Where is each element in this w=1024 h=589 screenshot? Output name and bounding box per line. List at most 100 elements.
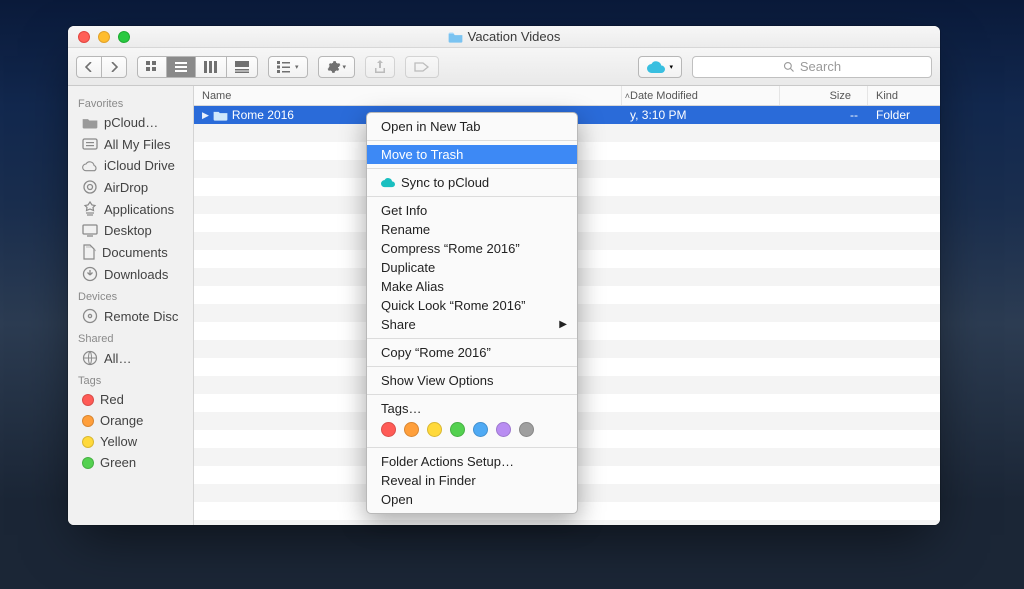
all-my-files-icon (82, 136, 98, 152)
search-placeholder: Search (800, 59, 841, 74)
sidebar-item-all-my-files[interactable]: All My Files (68, 133, 193, 155)
sidebar-item-shared-all[interactable]: All… (68, 347, 193, 369)
menu-tags[interactable]: Tags… (367, 399, 577, 418)
menu-copy[interactable]: Copy “Rome 2016” (367, 343, 577, 362)
window-title-text: Vacation Videos (468, 29, 561, 44)
traffic-lights (78, 31, 130, 43)
arrange-group: ▾ (268, 56, 308, 78)
column-header-row: Name ˄ Date Modified Size Kind (194, 86, 940, 106)
menu-folder-actions[interactable]: Folder Actions Setup… (367, 452, 577, 471)
tags-toolbar-button[interactable] (405, 56, 439, 78)
sidebar-item-pcloud[interactable]: pCloud… (68, 112, 193, 133)
context-menu: Open in New Tab Move to Trash Sync to pC… (366, 112, 578, 514)
sidebar-shared-header: Shared (68, 327, 193, 347)
tag-dot-icon (82, 394, 94, 406)
tag-dot-icon (82, 457, 94, 469)
column-view-button[interactable] (196, 57, 227, 77)
view-switcher (137, 56, 258, 78)
desktop-icon (82, 224, 98, 237)
titlebar: Vacation Videos (68, 26, 940, 48)
tag-color-blue[interactable] (473, 422, 488, 437)
share-icon (374, 60, 386, 74)
folder-icon (82, 116, 98, 129)
sidebar-item-icloud-drive[interactable]: iCloud Drive (68, 155, 193, 176)
forward-button[interactable] (102, 57, 126, 77)
icon-view-button[interactable] (138, 57, 167, 77)
tag-color-orange[interactable] (404, 422, 419, 437)
zoom-window-button[interactable] (118, 31, 130, 43)
menu-get-info[interactable]: Get Info (367, 201, 577, 220)
sidebar-tags-header: Tags (68, 369, 193, 389)
window-title: Vacation Videos (68, 29, 940, 44)
nav-back-forward (76, 56, 127, 78)
folder-icon (213, 109, 228, 121)
submenu-arrow-icon: ▶ (559, 319, 567, 330)
row-kind: Folder (868, 108, 940, 122)
column-size[interactable]: Size (780, 86, 868, 105)
menu-rename[interactable]: Rename (367, 220, 577, 239)
column-name[interactable]: Name (194, 86, 622, 105)
pcloud-toolbar-button[interactable]: ▾ (638, 56, 682, 78)
row-date: y, 3:10 PM (622, 108, 780, 122)
list-view-button[interactable] (167, 57, 196, 77)
menu-move-to-trash[interactable]: Move to Trash (367, 145, 577, 164)
sidebar-item-applications[interactable]: Applications (68, 198, 193, 220)
menu-share[interactable]: Share▶ (367, 315, 577, 334)
menu-make-alias[interactable]: Make Alias (367, 277, 577, 296)
sidebar-item-desktop[interactable]: Desktop (68, 220, 193, 241)
menu-reveal-in-finder[interactable]: Reveal in Finder (367, 471, 577, 490)
tag-color-green[interactable] (450, 422, 465, 437)
pcloud-icon (381, 177, 395, 188)
sidebar-item-documents[interactable]: Documents (68, 241, 193, 263)
tag-dot-icon (82, 415, 94, 427)
action-menu: ▾ (318, 56, 356, 78)
airdrop-icon (82, 179, 98, 195)
sidebar-item-remote-disc[interactable]: Remote Disc (68, 305, 193, 327)
gear-icon (327, 60, 341, 74)
tag-color-purple[interactable] (496, 422, 511, 437)
sidebar-devices-header: Devices (68, 285, 193, 305)
sort-indicator-icon: ˄ (625, 91, 630, 101)
close-window-button[interactable] (78, 31, 90, 43)
toolbar: ▾ ▾ ▾ Search (68, 48, 940, 86)
sidebar-tag-green[interactable]: Green (68, 452, 193, 473)
sidebar-tag-red[interactable]: Red (68, 389, 193, 410)
column-date[interactable]: Date Modified (622, 86, 780, 105)
tag-dot-icon (82, 436, 94, 448)
row-size: -- (780, 108, 868, 122)
menu-view-options[interactable]: Show View Options (367, 371, 577, 390)
menu-duplicate[interactable]: Duplicate (367, 258, 577, 277)
applications-icon (82, 201, 98, 217)
tag-icon (414, 61, 430, 73)
disclosure-triangle-icon[interactable]: ▶ (202, 110, 209, 121)
arrange-button[interactable]: ▾ (269, 57, 307, 77)
tag-color-red[interactable] (381, 422, 396, 437)
cloud-icon (82, 160, 98, 172)
menu-compress[interactable]: Compress “Rome 2016” (367, 239, 577, 258)
sidebar-item-downloads[interactable]: Downloads (68, 263, 193, 285)
sidebar: Favorites pCloud… All My Files iCloud Dr… (68, 86, 194, 525)
search-input[interactable]: Search (692, 56, 932, 78)
sidebar-tag-orange[interactable]: Orange (68, 410, 193, 431)
menu-quick-look[interactable]: Quick Look “Rome 2016” (367, 296, 577, 315)
sidebar-item-airdrop[interactable]: AirDrop (68, 176, 193, 198)
menu-sync-pcloud[interactable]: Sync to pCloud (367, 173, 577, 192)
documents-icon (82, 244, 96, 260)
share-toolbar-button[interactable] (365, 56, 395, 78)
coverflow-view-button[interactable] (227, 57, 257, 77)
disc-icon (82, 308, 98, 324)
sidebar-favorites-header: Favorites (68, 92, 193, 112)
tag-color-gray[interactable] (519, 422, 534, 437)
globe-icon (82, 350, 98, 366)
search-icon (783, 61, 795, 73)
menu-tag-colors (367, 418, 577, 443)
back-button[interactable] (77, 57, 102, 77)
tag-color-yellow[interactable] (427, 422, 442, 437)
minimize-window-button[interactable] (98, 31, 110, 43)
menu-open[interactable]: Open (367, 490, 577, 509)
downloads-icon (82, 266, 98, 282)
column-kind[interactable]: Kind (868, 86, 940, 105)
sidebar-tag-yellow[interactable]: Yellow (68, 431, 193, 452)
menu-open-new-tab[interactable]: Open in New Tab (367, 117, 577, 136)
action-button[interactable]: ▾ (319, 57, 355, 77)
